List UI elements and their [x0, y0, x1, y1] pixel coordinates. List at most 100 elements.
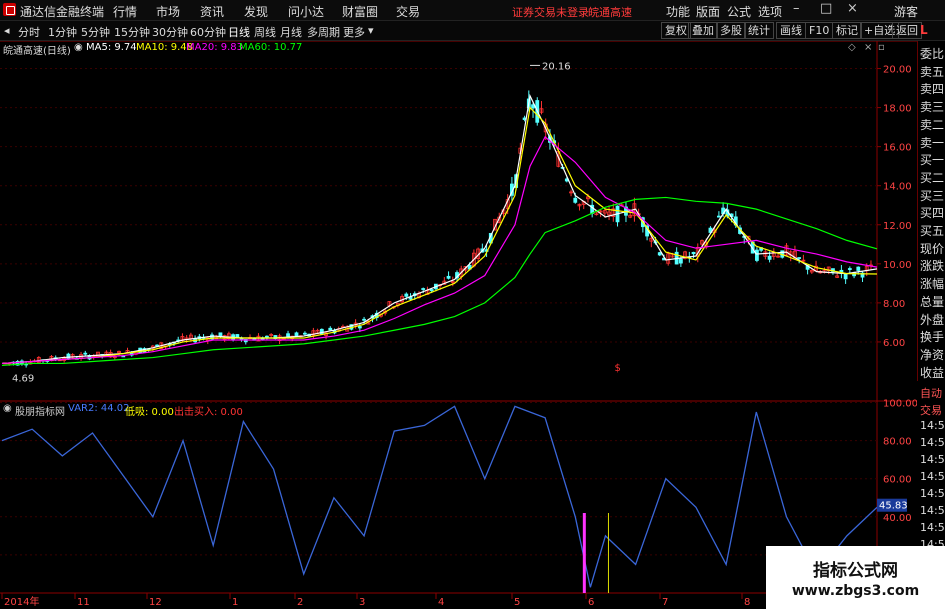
menu-discover[interactable]: 发现	[244, 3, 268, 20]
current-stock-name: 皖通高速	[588, 6, 632, 19]
menu-function[interactable]: 功能	[666, 3, 690, 20]
time-tick-label: 8	[744, 597, 750, 608]
candle-body	[83, 352, 88, 355]
candle-body	[767, 255, 772, 260]
menu-ask[interactable]: 问小达	[288, 3, 324, 20]
candle-body	[446, 275, 451, 279]
price-tick-label: 20.00	[883, 65, 912, 76]
candle-body	[421, 288, 426, 290]
menu-quotes[interactable]: 行情	[113, 3, 137, 20]
statistics-button[interactable]: 统计	[744, 22, 774, 39]
menu-wealth-circle[interactable]: 财富圈	[342, 3, 378, 20]
side-time-item: 自动	[920, 387, 942, 400]
menu-options[interactable]: 选项	[758, 3, 782, 20]
low-price-label: 4.69	[12, 374, 34, 385]
var2-line	[1, 405, 878, 588]
watermark-url: www.zbgs3.com	[791, 583, 920, 599]
candle-body	[328, 327, 333, 331]
period-toggle-icon[interactable]: ◂	[4, 24, 10, 37]
side-time-item: 14:56	[920, 487, 945, 500]
candle-body	[797, 257, 802, 259]
time-tick-label: 4	[438, 597, 444, 608]
watermark-box: 指标公式网 www.zbgs3.com	[766, 546, 945, 609]
period-multi[interactable]: 多周期	[307, 24, 340, 40]
back-button[interactable]: 返回	[892, 22, 922, 39]
candle-body	[755, 249, 759, 261]
user-guest[interactable]: 游客	[894, 3, 918, 20]
f10-button[interactable]: F10	[805, 22, 834, 39]
period-monthly[interactable]: 月线	[280, 24, 302, 40]
side-item: 卖一	[920, 135, 945, 150]
period-5min[interactable]: 5分钟	[81, 24, 110, 40]
maximize-icon[interactable]: □	[820, 1, 832, 16]
ma-line-ma60	[1, 196, 878, 366]
indicator-tick-label: 80.00	[883, 437, 912, 448]
candle-body	[357, 326, 362, 329]
period-30min[interactable]: 30分钟	[152, 24, 188, 40]
candle-body	[573, 197, 578, 203]
price-tick-label: 8.00	[883, 299, 905, 310]
period-1min[interactable]: 1分钟	[48, 24, 77, 40]
menu-news[interactable]: 资讯	[200, 3, 224, 20]
indicator-tick-label: 40.00	[883, 513, 912, 524]
period-15min[interactable]: 15分钟	[114, 24, 150, 40]
side-item: 换手	[920, 330, 945, 345]
candle-body	[303, 332, 307, 335]
time-tick-label: 1	[232, 597, 238, 608]
time-tick-label: 6	[588, 597, 594, 608]
time-tick-label: 2	[297, 597, 303, 608]
side-time-item: 14:56	[920, 419, 945, 432]
trade-login-notice[interactable]: 证券交易未登录	[512, 4, 589, 20]
signal-marker: $	[615, 363, 621, 374]
app-title: 通达信金融终端	[20, 5, 105, 19]
side-time-item: 14:56	[920, 521, 945, 534]
candle-body	[678, 258, 683, 264]
app-logo-icon	[3, 3, 16, 16]
side-item: 现价	[920, 241, 945, 256]
candle-body	[294, 332, 299, 337]
menu-market[interactable]: 市场	[156, 3, 180, 20]
time-tick-label: 7	[662, 597, 668, 608]
time-tick-label: 5	[514, 597, 520, 608]
menu-layout[interactable]: 版面	[696, 3, 720, 20]
side-item: 卖五	[920, 64, 945, 79]
candle-body	[404, 293, 409, 297]
side-time-item: 14:56	[920, 436, 945, 449]
period-weekly[interactable]: 周线	[254, 24, 276, 40]
mark-button[interactable]: 标记	[832, 22, 862, 39]
overlay-button[interactable]: 叠加	[688, 22, 718, 39]
side-time-item: 交易	[920, 404, 942, 417]
time-tick-label: 11	[77, 597, 90, 608]
candle-body	[657, 252, 662, 256]
high-price-label: 20.16	[542, 61, 571, 72]
candle-body	[856, 266, 861, 271]
side-item: 卖四	[920, 82, 945, 97]
side-item: 买一	[920, 153, 945, 168]
indicator-tick-label: 60.00	[883, 475, 912, 486]
draw-line-button[interactable]: 画线	[776, 22, 806, 39]
menu-formula[interactable]: 公式	[727, 3, 751, 20]
menu-trade[interactable]: 交易	[396, 3, 420, 20]
side-time-item: 14:56	[920, 504, 945, 517]
side-item: 涨幅	[920, 277, 945, 292]
time-tick-label: 12	[149, 597, 162, 608]
multi-stock-button[interactable]: 多股	[716, 22, 746, 39]
close-icon[interactable]: ×	[847, 1, 858, 16]
price-tick-label: 6.00	[883, 338, 905, 349]
candle-body	[286, 333, 290, 337]
indicator-tick-label: 100.00	[883, 399, 917, 410]
period-more[interactable]: 更多	[343, 24, 365, 40]
side-time-item: 14:56	[920, 470, 945, 483]
period-intraday[interactable]: 分时	[18, 24, 40, 40]
period-daily[interactable]: 日线	[228, 24, 250, 40]
period-60min[interactable]: 60分钟	[190, 24, 226, 40]
minimize-icon[interactable]: –	[793, 1, 800, 16]
more-dropdown-icon[interactable]: ▾	[368, 24, 374, 37]
price-tick-label: 10.00	[883, 260, 912, 271]
side-item: 买二	[920, 170, 945, 185]
restore-rights-button[interactable]: 复权	[661, 22, 691, 39]
candle-body	[847, 268, 852, 270]
kline-chart[interactable]: 20.00 18.00 16.00 14.00 12.00 10.00 8.00 6.00 10…	[0, 41, 917, 609]
side-level-label: L	[920, 23, 928, 37]
candle-body	[843, 273, 848, 280]
